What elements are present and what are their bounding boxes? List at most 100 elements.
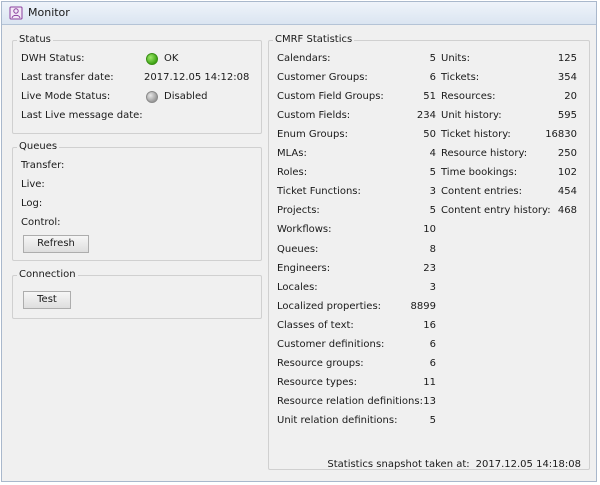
stat-name: Resource relation definitions: <box>277 395 423 407</box>
stat-name: Content entries: <box>441 186 522 198</box>
monitor-app-icon <box>9 6 23 20</box>
stat-name: Enum Groups: <box>277 129 348 141</box>
stat-value: 13 <box>423 395 436 407</box>
connection-group: Connection Test <box>12 269 262 319</box>
stat-value: 6 <box>429 357 436 369</box>
stat-row: Customer definitions: 6 <box>277 338 436 352</box>
stat-name: Workflows: <box>277 224 332 236</box>
stat-value: 16 <box>423 319 436 331</box>
stat-row: Enum Groups: 50 <box>277 128 436 142</box>
queues-group: Queues Transfer: Live: Log: Control: Ref… <box>12 141 262 261</box>
stat-name: Localized properties: <box>277 300 382 312</box>
dwh-status-value: OK <box>164 53 179 64</box>
stat-row: Roles: 5 <box>277 166 436 180</box>
dwh-status-label: DWH Status: <box>21 53 85 64</box>
window-content: Status DWH Status: OK Last transfer date… <box>2 25 596 481</box>
monitor-window: Monitor Status DWH Status: OK Last trans… <box>1 1 597 482</box>
stat-name: Content entry history: <box>441 205 551 217</box>
stat-name: Calendars: <box>277 53 331 64</box>
status-disabled-icon <box>146 91 158 103</box>
queue-transfer-label: Transfer: <box>21 160 65 171</box>
stat-value: 50 <box>423 129 436 141</box>
last-transfer-row: Last transfer date: 2017.12.05 14:12:08 <box>21 71 257 85</box>
stat-name: Projects: <box>277 205 320 217</box>
stat-name: MLAs: <box>277 148 307 160</box>
stat-value: 3 <box>429 186 436 198</box>
stat-name: Resource history: <box>441 148 528 160</box>
stat-value: 6 <box>429 72 436 84</box>
live-mode-value: Disabled <box>164 91 208 102</box>
stat-value: 5 <box>429 205 436 217</box>
stat-row: Localized properties: 8899 <box>277 300 436 314</box>
stat-row: Classes of text: 16 <box>277 319 436 333</box>
window-title: Monitor <box>28 6 70 19</box>
stat-name: Customer definitions: <box>277 338 385 350</box>
stat-row: Resource types: 11 <box>277 376 436 390</box>
stat-name: Customer Groups: <box>277 72 368 84</box>
stat-row: Custom Fields: 234 <box>277 109 436 123</box>
cmrf-statistics-title: CMRF Statistics <box>273 34 355 46</box>
stat-row: Resource relation definitions: 13 <box>277 395 436 409</box>
snapshot-value: 2017.12.05 14:18:08 <box>475 459 581 470</box>
stat-value: 11 <box>423 376 436 388</box>
stat-name: Ticket Functions: <box>277 186 361 198</box>
stat-value: 125 <box>557 53 577 64</box>
title-bar[interactable]: Monitor <box>2 2 596 25</box>
stat-value: 23 <box>423 262 436 274</box>
status-group: Status DWH Status: OK Last transfer date… <box>12 34 262 134</box>
stat-value: 102 <box>557 167 577 179</box>
stat-value: 250 <box>557 148 577 160</box>
stat-value: 468 <box>557 205 577 217</box>
stat-row: Projects: 5 <box>277 204 436 218</box>
stat-name: Ticket history: <box>441 129 511 141</box>
live-mode-row: Live Mode Status: Disabled <box>21 90 257 104</box>
stat-value: 5 <box>429 414 436 426</box>
stat-value: 5 <box>429 167 436 179</box>
stat-name: Unit history: <box>441 110 502 122</box>
refresh-button[interactable]: Refresh <box>23 235 89 253</box>
stat-value: 10 <box>423 224 436 236</box>
stat-name: Units: <box>441 53 470 64</box>
stat-value: 8899 <box>410 300 436 312</box>
stat-row: Resources: 20 <box>441 90 577 104</box>
stat-value: 595 <box>557 110 577 122</box>
stat-row: Resource groups: 6 <box>277 357 436 371</box>
stat-name: Roles: <box>277 167 308 179</box>
stat-row: Workflows: 10 <box>277 223 436 237</box>
stat-name: Resource groups: <box>277 357 364 369</box>
stat-row: Locales: 3 <box>277 281 436 295</box>
stat-name: Resources: <box>441 91 496 103</box>
stat-value: 354 <box>557 72 577 84</box>
stat-value: 454 <box>557 186 577 198</box>
stat-name: Tickets: <box>441 72 480 84</box>
stat-row: Engineers: 23 <box>277 262 436 276</box>
status-ok-icon <box>146 53 158 65</box>
stat-row: Content entries: 454 <box>441 185 577 199</box>
stat-row: Unit relation definitions: 5 <box>277 414 436 428</box>
stat-value: 234 <box>416 110 436 122</box>
stat-name: Custom Field Groups: <box>277 91 384 103</box>
stat-row: Custom Field Groups: 51 <box>277 90 436 104</box>
stat-value: 16830 <box>545 129 577 141</box>
stat-row: Ticket Functions: 3 <box>277 185 436 199</box>
status-group-title: Status <box>17 34 53 46</box>
live-mode-label: Live Mode Status: <box>21 91 111 102</box>
stat-name: Classes of text: <box>277 319 354 331</box>
stat-name: Time bookings: <box>441 167 518 179</box>
last-live-message-label: Last Live message date: <box>21 110 143 121</box>
last-live-message-row: Last Live message date: <box>21 109 257 123</box>
connection-group-title: Connection <box>17 269 78 281</box>
stat-name: Locales: <box>277 281 318 293</box>
stat-name: Queues: <box>277 243 319 255</box>
stat-row: Resource history: 250 <box>441 147 577 161</box>
stat-row: Time bookings: 102 <box>441 166 577 180</box>
stat-name: Resource types: <box>277 376 357 388</box>
stat-value: 20 <box>564 91 577 103</box>
stat-value: 5 <box>429 53 436 64</box>
stat-row: Units: 125 <box>441 52 577 66</box>
dwh-status-row: DWH Status: OK <box>21 52 257 66</box>
test-button[interactable]: Test <box>23 291 71 309</box>
last-transfer-label: Last transfer date: <box>21 72 114 83</box>
stat-name: Custom Fields: <box>277 110 351 122</box>
last-transfer-value: 2017.12.05 14:12:08 <box>144 72 250 83</box>
